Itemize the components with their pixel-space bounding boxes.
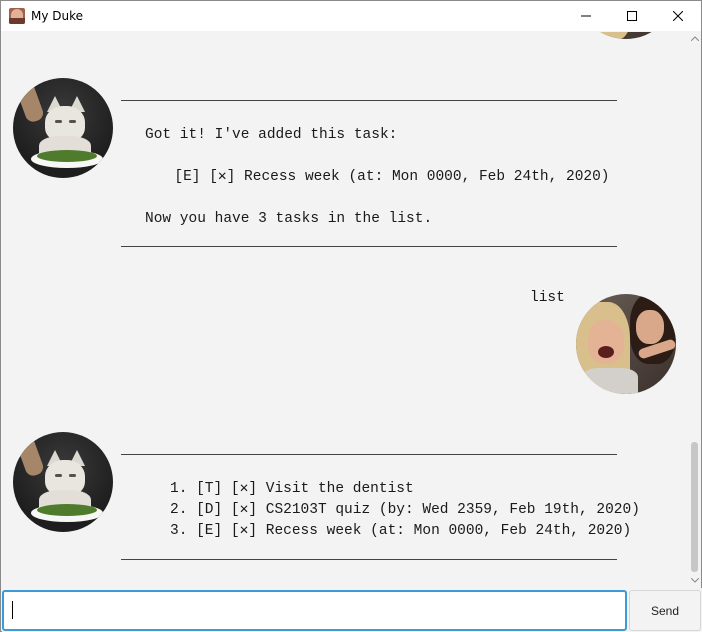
maximize-icon — [627, 11, 637, 21]
duke-message-line: Got it! I've added this task: — [145, 127, 398, 143]
divider-line — [121, 246, 617, 247]
dialog-container[interactable]: Got it! I've added this task: [E] [✕] Re… — [2, 32, 688, 588]
minimize-icon — [581, 15, 591, 17]
scroll-thumb[interactable] — [691, 442, 698, 572]
text-caret — [12, 601, 13, 619]
divider-line — [121, 454, 617, 455]
scroll-up-icon[interactable] — [690, 34, 699, 43]
send-button[interactable]: Send — [629, 590, 701, 631]
scroll-down-icon[interactable] — [690, 576, 699, 585]
window-title: My Duke — [31, 9, 84, 23]
task-list-item: 2. [D] [✕] CS2103T quiz (by: Wed 2359, F… — [170, 502, 640, 518]
minimize-button[interactable] — [563, 1, 609, 31]
vertical-scrollbar[interactable] — [688, 32, 701, 588]
cat-avatar-icon — [13, 78, 113, 178]
task-list-item: 1. [T] [✕] Visit the dentist — [170, 481, 414, 497]
duke-message-line: Now you have 3 tasks in the list. — [145, 211, 433, 227]
duke-message-line: [E] [✕] Recess week (at: Mon 0000, Feb 2… — [157, 169, 610, 185]
user-message: list — [530, 290, 565, 306]
woman-yelling-avatar-icon — [576, 294, 676, 394]
woman-yelling-avatar-icon — [576, 32, 676, 39]
divider-line — [121, 100, 617, 101]
app-window: My Duke Got it! I've added this task: [E… — [0, 0, 702, 632]
task-list-item: 3. [E] [✕] Recess week (at: Mon 0000, Fe… — [170, 523, 632, 539]
close-button[interactable] — [655, 1, 701, 31]
input-bar: Send — [2, 588, 702, 632]
maximize-button[interactable] — [609, 1, 655, 31]
message-input[interactable] — [2, 590, 627, 631]
cat-avatar-icon — [13, 432, 113, 532]
close-icon — [673, 11, 683, 21]
app-icon — [9, 8, 25, 24]
title-bar[interactable]: My Duke — [1, 1, 701, 31]
divider-line — [121, 559, 617, 560]
